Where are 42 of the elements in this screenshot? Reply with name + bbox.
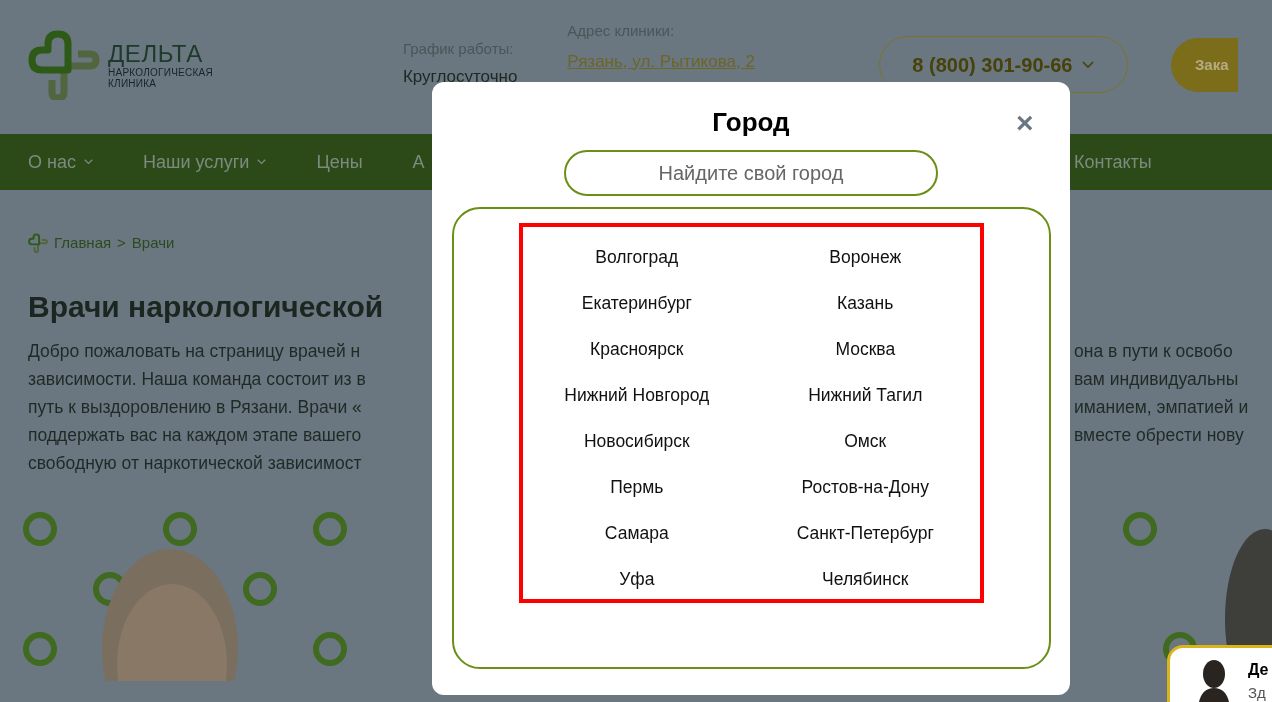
clinic-logo-icon bbox=[28, 233, 48, 254]
city-link[interactable]: Омск bbox=[751, 418, 980, 464]
intro-text: свободную от наркотической зависимост bbox=[27, 451, 363, 475]
city-link[interactable]: Нижний Новгород bbox=[522, 372, 751, 418]
intro-text: вместе обрести нову bbox=[1074, 423, 1244, 447]
city-link[interactable]: Самара bbox=[522, 510, 751, 556]
chat-widget[interactable]: Де Зд bbox=[1167, 645, 1272, 702]
city-link[interactable]: Уфа bbox=[522, 556, 751, 602]
chat-message: Зд bbox=[1248, 683, 1267, 702]
intro-text: путь к выздоровлению в Рязани. Врачи « bbox=[27, 395, 363, 419]
intro-text: вам индивидуальны bbox=[1074, 367, 1239, 391]
intro-text: поддержать вас на каждом этапе вашего bbox=[27, 423, 363, 447]
city-search-field[interactable]: Найдите свой город bbox=[564, 150, 938, 196]
schedule-value: Круглосуточно bbox=[402, 66, 518, 87]
chevron-down-icon bbox=[1082, 60, 1095, 69]
close-button[interactable]: × bbox=[1016, 108, 1034, 138]
city-link[interactable]: Красноярск bbox=[522, 326, 751, 372]
city-link[interactable]: Ростов-на-Дону bbox=[751, 464, 980, 510]
clinic-subtitle: КЛИНИКА bbox=[108, 78, 158, 89]
clinic-subtitle: НАРКОЛОГИЧЕСКАЯ bbox=[108, 67, 213, 78]
city-link[interactable]: Москва bbox=[751, 326, 980, 372]
city-link[interactable]: Волгоград bbox=[522, 234, 751, 280]
clinic-name: ДЕЛЬТА bbox=[108, 41, 203, 67]
city-link[interactable]: Санкт-Петербург bbox=[751, 510, 980, 556]
city-link[interactable]: Екатеринбург bbox=[522, 280, 751, 326]
city-link[interactable]: Челябинск bbox=[751, 556, 980, 602]
chevron-down-icon bbox=[83, 159, 93, 165]
intro-text: иманием, эмпатией и bbox=[1074, 395, 1249, 419]
clinic-logo-icon bbox=[28, 30, 100, 100]
city-link[interactable]: Нижний Тагил bbox=[751, 372, 980, 418]
dialog-title: Город bbox=[712, 106, 790, 138]
city-link[interactable]: Воронеж bbox=[751, 234, 980, 280]
chevron-down-icon bbox=[257, 159, 267, 165]
intro-text: она в пути к освобо bbox=[1074, 339, 1233, 363]
city-link[interactable]: Пермь bbox=[522, 464, 751, 510]
intro-text: Добро пожаловать на страницу врачей н bbox=[27, 339, 362, 363]
page-heading: Врачи наркологической bbox=[27, 288, 385, 325]
breadcrumb-separator: > bbox=[117, 233, 126, 253]
city-link[interactable]: Казань bbox=[751, 280, 980, 326]
chat-name: Де bbox=[1248, 660, 1269, 680]
city-link[interactable]: Новосибирск bbox=[522, 418, 751, 464]
intro-text: зависимости. Наша команда состоит из в bbox=[27, 367, 367, 391]
